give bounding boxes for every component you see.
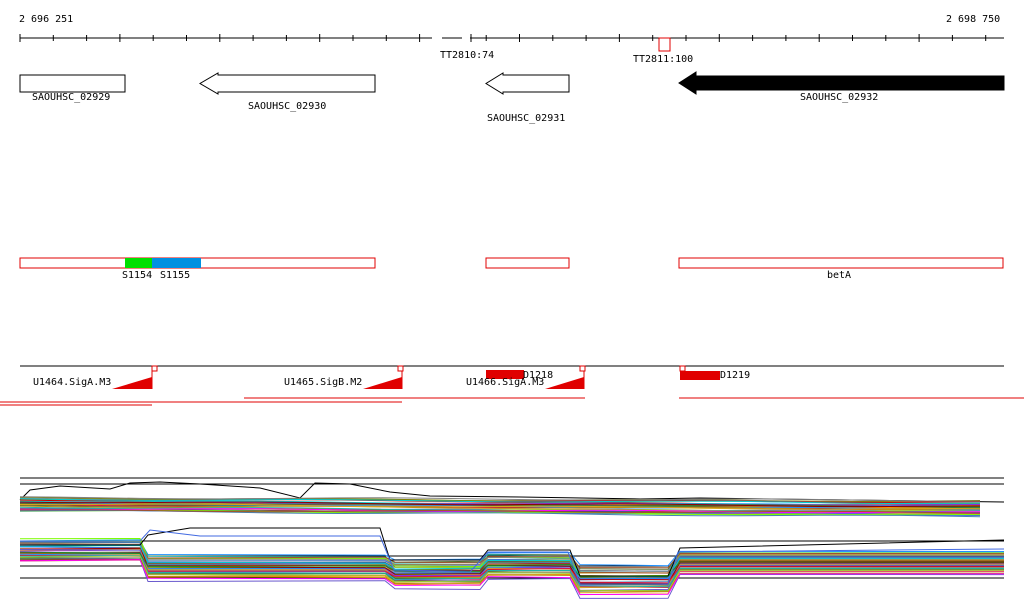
tu-u1464-label[interactable]: U1464.SigA.M3 <box>33 377 111 388</box>
terminator-tt2811-label[interactable]: TT2811:100 <box>633 54 693 65</box>
expression-profiles-panel-1 <box>19 477 1005 518</box>
tu-u1464-marks[interactable] <box>112 365 158 389</box>
terminator-tt2811-marker[interactable] <box>658 37 671 52</box>
downstream-d1219-bar[interactable] <box>680 371 720 380</box>
terminator-tt2810-label[interactable]: TT2810:74 <box>440 50 494 61</box>
gene-saouhsc-02930-arrow[interactable] <box>199 72 376 95</box>
gene-saouhsc-02930-label[interactable]: SAOUHSC_02930 <box>248 101 326 112</box>
segment-box-2[interactable] <box>485 257 570 269</box>
coordinate-ruler <box>19 34 1004 42</box>
coord-start: 2 696 251 <box>19 14 74 25</box>
gene-saouhsc-02932-label[interactable]: SAOUHSC_02932 <box>800 92 878 103</box>
gene-saouhsc-02931-arrow[interactable] <box>485 72 570 95</box>
expression-profiles-panel-2 <box>19 527 1005 599</box>
tu-u1465-marks[interactable] <box>363 365 404 389</box>
gene-saouhsc-02929[interactable] <box>19 74 126 93</box>
gene-saouhsc-02932-arrow[interactable] <box>678 71 1005 95</box>
downstream-d1218-label[interactable]: D1218 <box>523 370 553 381</box>
segment-s1154-label[interactable]: S1154 <box>122 270 152 281</box>
segment-beta-label[interactable]: betA <box>827 270 851 281</box>
downstream-d1219-label[interactable]: D1219 <box>720 370 750 381</box>
coord-end: 2 698 750 <box>946 14 1001 25</box>
expression-lines-lower <box>19 527 1005 599</box>
segment-s1155-label[interactable]: S1155 <box>160 270 190 281</box>
segment-s1154[interactable] <box>125 258 152 268</box>
gene-saouhsc-02929-label[interactable]: SAOUHSC_02929 <box>32 92 110 103</box>
gene-saouhsc-02931-label[interactable]: SAOUHSC_02931 <box>487 113 565 124</box>
downstream-d1219-marker[interactable] <box>679 365 686 372</box>
expression-lines-upper <box>19 481 1005 518</box>
tu-u1465-label[interactable]: U1465.SigB.M2 <box>284 377 362 388</box>
segment-beta-box[interactable] <box>678 257 1004 269</box>
segment-s1155[interactable] <box>152 258 201 268</box>
coverage-red-lines <box>0 397 1024 406</box>
